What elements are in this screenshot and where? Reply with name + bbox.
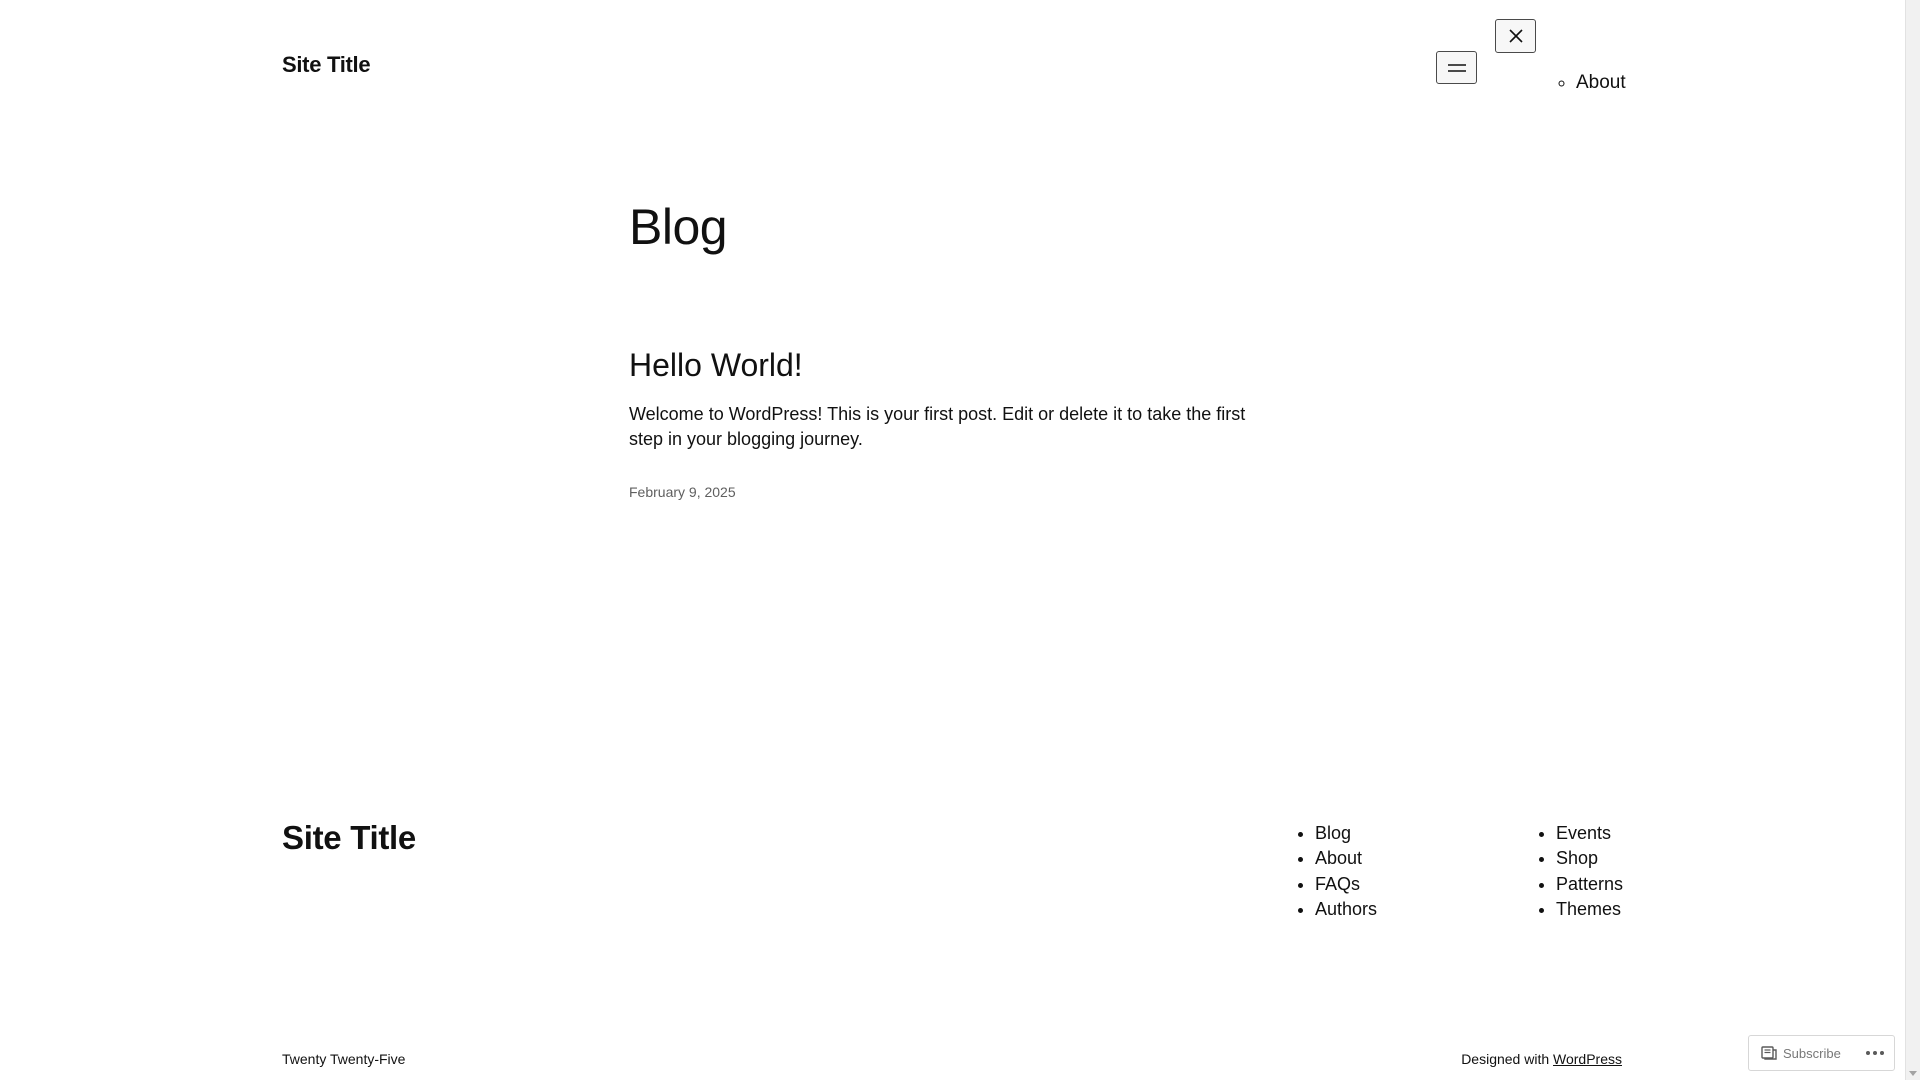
- footer-nav-item-shop: Shop: [1556, 846, 1623, 871]
- scroll-down-arrow-icon[interactable]: [1909, 1071, 1917, 1076]
- page-title: Blog: [629, 199, 728, 255]
- footer-nav-item-themes: Themes: [1556, 897, 1623, 922]
- footer-nav-item-authors: Authors: [1315, 897, 1377, 922]
- close-icon: [1508, 29, 1523, 43]
- subscribe-label: Subscribe: [1783, 1045, 1841, 1061]
- post-title: Hello World!: [629, 346, 803, 384]
- footer-theme-name[interactable]: Twenty Twenty-Five: [282, 1051, 405, 1067]
- page: Site Title About Blog Hello World! Welco…: [0, 0, 1920, 1080]
- footer-nav-secondary: Events Shop Patterns Themes: [1536, 821, 1623, 922]
- vertical-scrollbar[interactable]: [1905, 0, 1920, 1080]
- footer-nav-item-blog: Blog: [1315, 821, 1377, 846]
- subscribe-bar: Subscribe: [1748, 1035, 1895, 1071]
- footer-link-events[interactable]: Events: [1556, 823, 1611, 843]
- footer-link-patterns[interactable]: Patterns: [1556, 874, 1623, 894]
- footer-link-blog[interactable]: Blog: [1315, 823, 1351, 843]
- post-date[interactable]: February 9, 2025: [629, 484, 736, 500]
- post-title-link[interactable]: Hello World!: [629, 347, 803, 383]
- footer-link-themes[interactable]: Themes: [1556, 899, 1621, 919]
- footer-credit: Designed with WordPress: [1461, 1051, 1622, 1067]
- footer-nav-item-patterns: Patterns: [1556, 872, 1623, 897]
- post-excerpt: Welcome to WordPress! This is your first…: [629, 404, 1246, 449]
- footer-link-faqs[interactable]: FAQs: [1315, 874, 1360, 894]
- footer-nav-item-about: About: [1315, 846, 1377, 871]
- footer-credit-link[interactable]: WordPress: [1553, 1051, 1622, 1067]
- footer-nav-primary: Blog About FAQs Authors: [1295, 821, 1377, 922]
- header-submenu: About: [1556, 72, 1626, 94]
- site-title-link[interactable]: Site Title: [282, 52, 371, 78]
- hamburger-icon: [1447, 63, 1466, 72]
- footer-nav-item-faqs: FAQs: [1315, 872, 1377, 897]
- footer-link-authors[interactable]: Authors: [1315, 899, 1377, 919]
- footer-site-title-link[interactable]: Site Title: [282, 819, 416, 857]
- reader-icon: [1761, 1046, 1777, 1060]
- close-menu-button[interactable]: [1495, 19, 1536, 53]
- footer-nav-item-events: Events: [1556, 821, 1623, 846]
- subscribe-button[interactable]: Subscribe: [1761, 1046, 1841, 1061]
- footer-link-shop[interactable]: Shop: [1556, 848, 1598, 868]
- header-submenu-link-about[interactable]: About: [1576, 72, 1626, 93]
- open-menu-button[interactable]: [1436, 51, 1477, 84]
- footer-credit-prefix: Designed with: [1461, 1051, 1550, 1067]
- ellipsis-icon[interactable]: [1866, 1051, 1884, 1055]
- footer-link-about[interactable]: About: [1315, 848, 1362, 868]
- header-submenu-item-about: About: [1576, 72, 1626, 94]
